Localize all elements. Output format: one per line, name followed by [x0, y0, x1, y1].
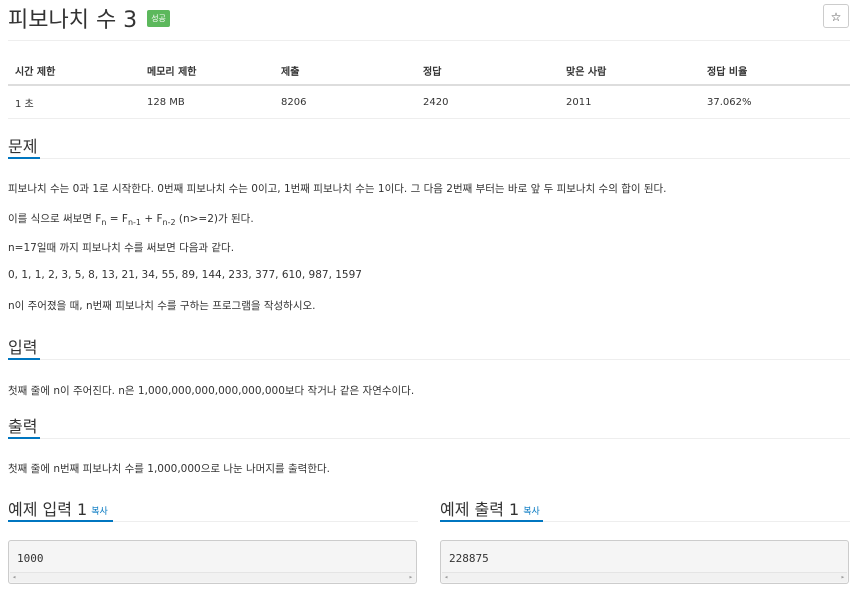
sample-input-title: 예제 입력 1: [8, 500, 88, 519]
sample-output-box[interactable]: 228875 ◂ ▸: [440, 540, 849, 584]
cell-solvers[interactable]: 2011: [559, 85, 700, 119]
cell-submissions[interactable]: 8206: [274, 85, 416, 119]
cell-memory-limit: 128 MB: [140, 85, 274, 119]
sample-input-value: 1000: [17, 552, 44, 565]
header-memory-limit: 메모리 제한: [140, 58, 274, 86]
description-sequence: 0, 1, 1, 2, 3, 5, 8, 13, 21, 34, 55, 89,…: [8, 269, 362, 281]
sample-output-title: 예제 출력 1: [440, 500, 520, 519]
formula-sub-n1: n-1: [127, 218, 141, 228]
header-submissions: 제출: [274, 58, 416, 86]
table-row: 1 초 128 MB 8206 2420 2011 37.062%: [8, 85, 850, 119]
status-badge: 성공: [147, 9, 170, 27]
output-description: 첫째 줄에 n번째 피보나치 수를 1,000,000으로 나눈 나머지를 출력…: [8, 463, 330, 475]
description-line-1: 피보나치 수는 0과 1로 시작한다. 0번째 피보나치 수는 0이고, 1번째…: [8, 183, 667, 195]
page-title: 피보나치 수 3 성공: [8, 2, 170, 34]
sample-output-value: 228875: [449, 552, 489, 565]
sample-input-box[interactable]: 1000 ◂ ▸: [8, 540, 417, 584]
output-divider: [8, 438, 850, 439]
formula-text: 이를 식으로 써보면 F: [8, 213, 102, 225]
formula-text: + F: [140, 213, 163, 225]
header-solvers: 맞은 사람: [559, 58, 700, 86]
input-heading: 입력: [8, 338, 38, 357]
input-description: 첫째 줄에 n이 주어진다. n은 1,000,000,000,000,000,…: [8, 385, 415, 397]
star-icon: ☆: [830, 10, 842, 24]
cell-time-limit: 1 초: [8, 85, 140, 119]
formula-sub-n2: n-2: [162, 218, 176, 228]
input-underline: [8, 358, 40, 360]
description-divider: [8, 158, 850, 159]
description-heading: 문제: [8, 137, 38, 156]
description-line-3: n=17일때 까지 피보나치 수를 써보면 다음과 같다.: [8, 242, 235, 254]
header-ratio: 정답 비율: [700, 58, 850, 86]
cell-accepted[interactable]: 2420: [416, 85, 559, 119]
sample-output-scrollbar[interactable]: ◂ ▸: [442, 572, 847, 582]
output-heading: 출력: [8, 417, 38, 436]
formula-text: = F: [106, 213, 128, 225]
title-divider: [8, 40, 850, 41]
copy-output-button[interactable]: 복사: [523, 507, 540, 517]
scroll-left-icon[interactable]: ◂: [12, 573, 16, 582]
scroll-right-icon[interactable]: ▸: [841, 573, 845, 582]
scroll-left-icon[interactable]: ◂: [444, 573, 448, 582]
description-underline: [8, 157, 40, 159]
header-time-limit: 시간 제한: [8, 58, 140, 86]
formula-text: (n>=2)가 된다.: [175, 213, 254, 225]
output-underline: [8, 437, 40, 439]
star-button[interactable]: ☆: [823, 4, 849, 28]
scroll-right-icon[interactable]: ▸: [409, 573, 413, 582]
sample-input-scrollbar[interactable]: ◂ ▸: [10, 572, 415, 582]
sample-output-underline: [440, 520, 543, 522]
problem-info-table: 시간 제한 메모리 제한 제출 정답 맞은 사람 정답 비율 1 초 128 M…: [8, 58, 850, 119]
cell-ratio: 37.062%: [700, 85, 850, 119]
input-divider: [8, 359, 850, 360]
problem-title: 피보나치 수 3: [8, 8, 138, 33]
header-accepted: 정답: [416, 58, 559, 86]
table-header-row: 시간 제한 메모리 제한 제출 정답 맞은 사람 정답 비율: [8, 58, 850, 86]
sample-input-heading: 예제 입력 1 복사: [8, 496, 108, 520]
sample-input-underline: [8, 520, 113, 522]
copy-input-button[interactable]: 복사: [91, 507, 108, 517]
description-formula: 이를 식으로 써보면 Fn = Fn-1 + Fn-2 (n>=2)가 된다.: [8, 211, 254, 227]
description-line-5: n이 주어졌을 때, n번째 피보나치 수를 구하는 프로그램을 작성하시오.: [8, 300, 316, 312]
sample-output-heading: 예제 출력 1 복사: [440, 496, 540, 520]
